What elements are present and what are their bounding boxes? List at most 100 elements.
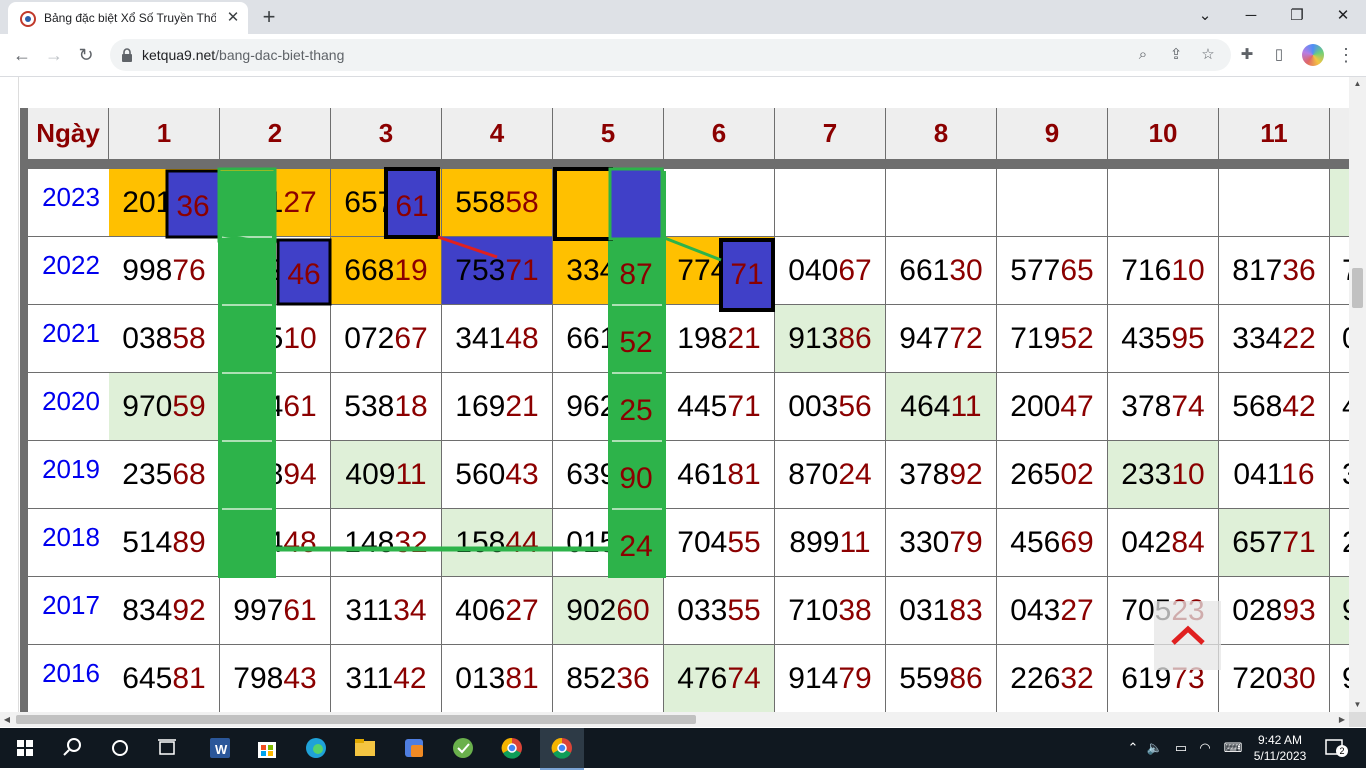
clock-time: 9:42 AM — [1257, 733, 1303, 747]
cell-tail-digits: 61 — [394, 186, 428, 219]
scroll-up-arrow-icon[interactable]: ▲ — [1349, 77, 1366, 91]
column-header: 7 — [775, 108, 885, 159]
cell-head-digits: 998 — [122, 254, 173, 287]
cell-head-digits: 031 — [899, 594, 950, 627]
table-cell: 20047 — [997, 373, 1107, 440]
scrollbar-corner — [1349, 712, 1366, 727]
bookmark-star-icon[interactable]: ☆ — [1198, 45, 1218, 65]
close-tab-icon[interactable]: ✕ — [224, 9, 242, 27]
table-cell: 33422 — [1219, 305, 1329, 372]
notification-count-badge: 2 — [1336, 745, 1348, 757]
search-icon[interactable] — [55, 732, 89, 764]
table-cell: 40911 — [331, 441, 441, 508]
chevron-up-icon — [1171, 625, 1205, 645]
battery-icon[interactable]: ▭ — [1172, 738, 1190, 758]
wifi-icon[interactable]: ◠ — [1196, 738, 1214, 758]
table-cell: 57765 — [997, 237, 1107, 304]
table-cell: 14832 — [331, 509, 441, 576]
column-header: 8 — [886, 108, 996, 159]
column-header: 2 — [220, 108, 330, 159]
cell-head-digits: 913 — [788, 322, 839, 355]
table-cell: 46181 — [664, 441, 774, 508]
new-tab-button[interactable]: + — [257, 5, 281, 29]
profile-avatar[interactable] — [1302, 44, 1324, 66]
back-to-top-button[interactable] — [1154, 601, 1221, 670]
table-cell: 79843 — [220, 645, 330, 712]
scrollbar-thumb[interactable] — [16, 715, 696, 724]
volume-icon[interactable]: 🔈 — [1146, 738, 1164, 758]
store-icon[interactable] — [250, 732, 284, 764]
cell-tail-digits: 69 — [1060, 526, 1094, 559]
cell-tail-digits: 44 — [505, 526, 539, 559]
notifications-button[interactable]: 2 — [1322, 737, 1350, 759]
chevron-up-tray-icon[interactable]: ⌃ — [1124, 738, 1142, 758]
vertical-scrollbar[interactable]: ▲ ▼ — [1349, 77, 1366, 712]
reload-icon[interactable]: ↻ — [74, 43, 98, 67]
cell-head-digits: 013 — [455, 662, 506, 695]
forward-arrow-icon[interactable]: → — [42, 43, 66, 67]
back-arrow-icon[interactable]: ← — [10, 43, 34, 67]
cell-head-digits: 334 — [1232, 322, 1283, 355]
side-panel-icon[interactable]: ▯ — [1268, 44, 1290, 66]
windows-start-icon[interactable] — [8, 732, 42, 764]
restore-icon[interactable]: ❐ — [1282, 4, 1312, 28]
scrollbar-thumb[interactable] — [1352, 268, 1363, 308]
cell-head-digits: 198 — [677, 322, 728, 355]
cell-head-digits: 753 — [455, 254, 506, 287]
browser-tab[interactable]: Bảng đặc biệt Xổ Số Truyền Thống ✕ — [8, 2, 248, 34]
close-window-icon[interactable]: ✕ — [1328, 4, 1358, 28]
cell-head-digits: 661 — [899, 254, 950, 287]
scroll-right-arrow-icon[interactable]: ▶ — [1335, 712, 1349, 727]
column-header: 11 — [1219, 108, 1329, 159]
scroll-left-arrow-icon[interactable]: ◀ — [0, 712, 14, 727]
scroll-down-arrow-icon[interactable]: ▼ — [1349, 698, 1366, 712]
active-chrome-taskbar-item[interactable] — [540, 728, 584, 770]
cell-tail-digits: 46 — [283, 254, 317, 287]
table-cell: 01381 — [442, 645, 552, 712]
menu-kebab-icon[interactable]: ⋮ — [1336, 44, 1356, 66]
table-cell — [775, 169, 885, 236]
cortana-icon[interactable] — [103, 732, 137, 764]
table-cell: 93894 — [220, 441, 330, 508]
chrome-icon[interactable] — [495, 732, 529, 764]
word-icon[interactable]: W — [202, 732, 236, 764]
table-cell: 99876 — [109, 237, 219, 304]
taskbar-clock[interactable]: 9:42 AM 5/11/2023 — [1246, 732, 1314, 764]
table-cell-partial: 7 — [1330, 237, 1349, 304]
cell-tail-digits: 55 — [727, 526, 761, 559]
keyboard-icon[interactable]: ⌨ — [1222, 738, 1244, 758]
cell-head-digits: 311 — [345, 594, 394, 627]
task-view-icon[interactable] — [150, 732, 184, 764]
file-explorer-icon[interactable] — [348, 732, 382, 764]
cell-head-digits: 461 — [677, 458, 728, 491]
table-cell: 97059 — [109, 373, 219, 440]
year-label: 2020 — [28, 373, 114, 440]
cell-head-digits: 899 — [789, 526, 840, 559]
app-icon[interactable] — [446, 732, 480, 764]
cell-head-digits: 661 — [566, 322, 617, 355]
table-cell — [997, 169, 1107, 236]
cell-head-digits: 544 — [233, 526, 284, 559]
cell-head-digits: 038 — [122, 322, 173, 355]
cell-tail-digits: 71 — [1282, 526, 1316, 559]
cell-head-digits: 464 — [900, 390, 951, 423]
extensions-puzzle-icon[interactable]: ✚ — [1236, 44, 1258, 66]
cell-head-digits: 265 — [1010, 458, 1061, 491]
cell-tail-digits: 21 — [727, 322, 761, 355]
edge-icon[interactable] — [299, 732, 333, 764]
cell-tail-digits: 93 — [1282, 594, 1316, 627]
share-icon[interactable]: ⇪ — [1166, 45, 1186, 65]
cell-head-digits: 406 — [455, 594, 506, 627]
cell-head-digits: 041 — [1233, 458, 1282, 491]
zoom-icon[interactable]: ⌕ — [1133, 45, 1153, 65]
minimize-icon[interactable]: ─ — [1236, 4, 1266, 28]
app-icon[interactable] — [397, 732, 431, 764]
horizontal-scrollbar[interactable]: ◀ ▶ — [0, 712, 1349, 727]
cell-tail-digits: 27 — [1060, 594, 1094, 627]
address-bar[interactable]: ketqua9.net/bang-dac-biet-thang ⌕ ⇪ ☆ — [110, 39, 1231, 71]
tab-search-chevron-icon[interactable]: ⌄ — [1190, 4, 1220, 28]
cell-head-digits: 834 — [122, 594, 173, 627]
cell-tail-digits: 79 — [949, 526, 983, 559]
cell-head-digits: 040 — [788, 254, 839, 287]
cell-head-digits: 445 — [677, 390, 728, 423]
